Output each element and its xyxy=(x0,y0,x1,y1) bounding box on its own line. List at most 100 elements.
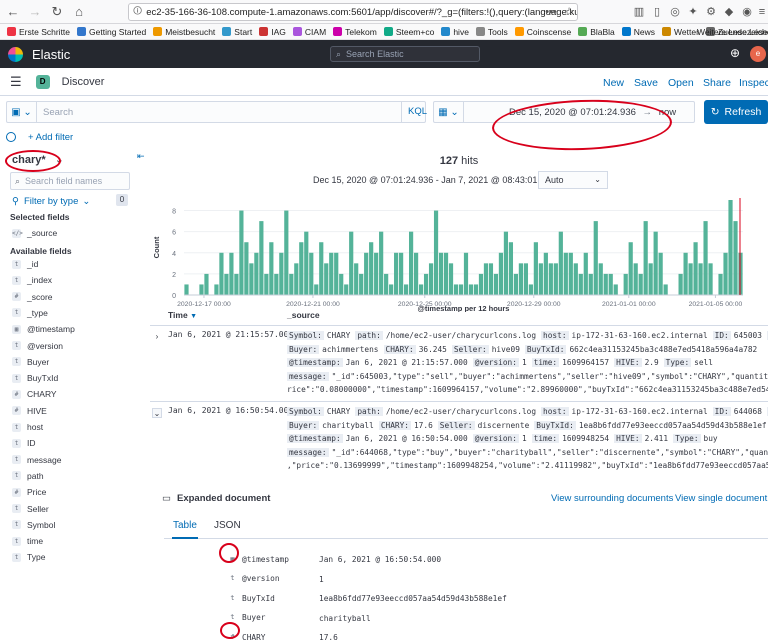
expand-row-toggle[interactable]: › xyxy=(152,332,162,342)
menu-icon[interactable]: ≡ xyxy=(755,5,768,19)
bookmark-item[interactable]: Steem+co xyxy=(383,27,434,37)
source-key: time: xyxy=(531,358,560,367)
inspect-link[interactable]: Inspect xyxy=(739,77,768,89)
add-filter-link[interactable]: + Add filter xyxy=(28,132,73,143)
bookmark-star-icon[interactable]: ☆ xyxy=(562,5,576,19)
bookmark-item[interactable]: BlaBla xyxy=(578,27,615,37)
available-field[interactable]: t BuyTxId xyxy=(12,371,58,385)
back-icon[interactable]: ← xyxy=(4,3,22,21)
histogram-chart[interactable]: 0 2 4 6 8 2020-12-17 00:00 2020-12-21 00:00 202… xyxy=(150,192,768,312)
open-link[interactable]: Open xyxy=(668,77,694,89)
refresh-button[interactable]: ↻ Refresh xyxy=(704,100,768,124)
menu-toggle-icon[interactable]: ☰ xyxy=(10,74,22,90)
field-type-icon: t xyxy=(230,574,235,582)
tab-table[interactable]: Table xyxy=(172,519,198,539)
url-bar[interactable]: 🛈 ec2-35-166-36-108.compute-1.amazonaws.… xyxy=(128,3,578,21)
date-picker[interactable]: ▦ ⌄ Dec 15, 2020 @ 07:01:24.936 → now xyxy=(433,101,695,123)
histogram-bar xyxy=(568,252,573,295)
histogram-bar xyxy=(663,284,668,295)
range-start[interactable]: Dec 15, 2020 @ 07:01:24.936 xyxy=(509,107,636,118)
bookmark-item[interactable]: CIAM xyxy=(292,27,326,37)
save-link[interactable]: Save xyxy=(634,77,658,89)
available-field[interactable]: t Symbol xyxy=(12,518,55,532)
bookmark-item[interactable]: Getting Started xyxy=(77,27,146,37)
interval-select[interactable]: Auto ⌄ xyxy=(538,171,608,189)
available-field[interactable]: t _index xyxy=(12,273,52,287)
available-field[interactable]: t host xyxy=(12,420,43,434)
reload-icon[interactable]: ↻ xyxy=(48,3,66,21)
sidebar-icon[interactable]: ▯ xyxy=(650,5,664,19)
selected-field[interactable]: </> _source xyxy=(12,226,57,240)
col-time[interactable]: Time ▼ xyxy=(168,310,197,320)
range-end[interactable]: now xyxy=(659,107,676,118)
available-field[interactable]: t path xyxy=(12,469,44,483)
forward-icon[interactable]: → xyxy=(26,3,44,21)
home-icon[interactable]: ⌂ xyxy=(70,3,88,21)
bookmark-item[interactable]: News xyxy=(621,27,655,37)
extension-icon-4[interactable]: ◆ xyxy=(722,5,736,19)
index-pattern-selector[interactable]: chary* ⌄ xyxy=(12,153,64,166)
source-key: Buyer: xyxy=(287,344,320,354)
extension-icon-1[interactable]: ◎ xyxy=(668,5,682,19)
available-field[interactable]: t _type xyxy=(12,306,48,320)
saved-query-icon[interactable]: ▣ ⌄ xyxy=(7,102,37,122)
avatar[interactable]: e xyxy=(750,46,766,62)
expand-row-toggle[interactable]: ⌄ xyxy=(152,408,162,418)
bookmark-item[interactable]: hive xyxy=(441,27,469,37)
available-field[interactable]: # CHARY xyxy=(12,387,57,401)
histogram-bar xyxy=(678,273,683,295)
extension-icon-3[interactable]: ⚙ xyxy=(704,5,718,19)
view-single-link[interactable]: View single document xyxy=(675,493,767,504)
library-icon[interactable]: ▥ xyxy=(632,5,646,19)
available-field[interactable]: t time xyxy=(12,534,43,548)
help-icon[interactable]: ⊕ xyxy=(730,46,740,60)
available-field[interactable]: # HIVE xyxy=(12,404,47,418)
available-field[interactable]: t _id xyxy=(12,257,38,271)
extension-icon-5[interactable]: ◉ xyxy=(740,5,754,19)
histogram-bar xyxy=(394,252,399,295)
filter-by-type-button[interactable]: ⚲ Filter by type ⌄ 0 xyxy=(12,194,130,207)
bookmark-item[interactable]: Start xyxy=(222,27,252,37)
bookmark-item[interactable]: Tools xyxy=(475,27,508,37)
query-input[interactable]: Search xyxy=(37,107,401,118)
calendar-icon[interactable]: ▦ ⌄ xyxy=(434,102,464,122)
bookmark-item[interactable]: Wetter xyxy=(662,27,699,37)
new-link[interactable]: New xyxy=(603,77,624,89)
available-field[interactable]: t Seller xyxy=(12,502,49,516)
available-field[interactable]: t Buyer xyxy=(12,355,49,369)
collapse-sidebar-icon[interactable]: ⇤ xyxy=(137,151,145,162)
available-field[interactable]: t ID xyxy=(12,436,36,450)
other-bookmarks[interactable]: Weitere Lesezeichen xyxy=(697,27,768,37)
available-field[interactable]: t message xyxy=(12,453,62,467)
available-field[interactable]: # Price xyxy=(12,485,46,499)
available-field[interactable]: t @version xyxy=(12,339,63,353)
filter-row: + Add filter xyxy=(6,130,73,144)
field-search-input[interactable]: ⌕ Search field names xyxy=(10,172,130,190)
bookmark-item[interactable]: Telekom xyxy=(333,27,377,37)
x-tick-label: 2020-12-29 00:00 xyxy=(507,301,561,308)
doc-field-row: t BuyTxId xyxy=(228,591,274,605)
histogram-bar xyxy=(423,273,429,295)
available-field[interactable]: # _score xyxy=(12,290,53,304)
page-actions-icon[interactable]: ••• xyxy=(544,5,558,19)
filter-menu-icon[interactable] xyxy=(6,132,16,142)
doc-tabs: Table JSON xyxy=(164,519,768,539)
available-field[interactable]: ▦ @timestamp xyxy=(12,322,75,336)
bookmark-item[interactable]: IAG xyxy=(259,27,286,37)
elastic-logo-icon[interactable] xyxy=(8,46,23,62)
view-surrounding-link[interactable]: View surrounding documents xyxy=(551,493,673,504)
field-search-placeholder: Search field names xyxy=(25,176,103,186)
kql-toggle[interactable]: KQL xyxy=(401,102,427,122)
bookmark-item[interactable]: Erste Schritte xyxy=(7,27,70,37)
extension-icon-2[interactable]: ✦ xyxy=(686,5,700,19)
bookmark-item[interactable]: Coinscense xyxy=(514,27,571,37)
tab-json[interactable]: JSON xyxy=(214,519,241,539)
available-field[interactable]: t Type xyxy=(12,550,45,564)
date-range[interactable]: Dec 15, 2020 @ 07:01:24.936 → now xyxy=(509,107,676,118)
field-type-icon: t xyxy=(230,613,235,621)
share-link[interactable]: Share xyxy=(703,77,731,89)
global-search-input[interactable]: ⌕ Search Elastic xyxy=(330,46,480,62)
bookmark-item[interactable]: Meistbesucht xyxy=(153,27,215,37)
kibana-header: Elastic ⌕ Search Elastic ⊕ e xyxy=(0,40,768,68)
source-line: Buyer: charityball CHARY: 17.6 Seller: discer… xyxy=(287,419,768,433)
